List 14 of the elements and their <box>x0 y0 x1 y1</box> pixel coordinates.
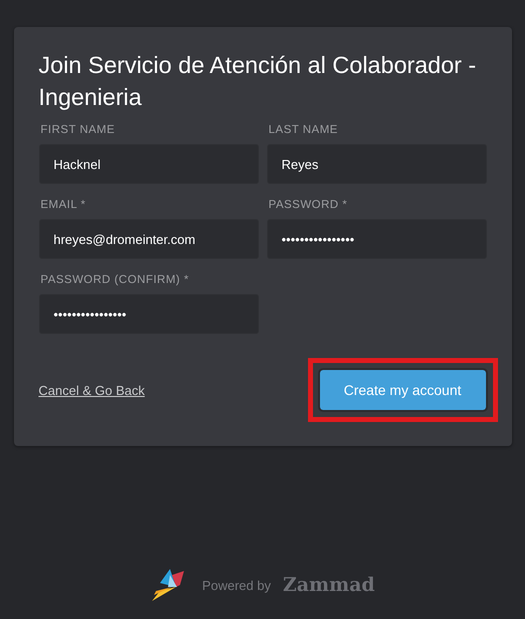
cancel-link[interactable]: Cancel & Go Back <box>38 382 145 398</box>
powered-by-text: Powered by <box>202 578 271 592</box>
input-field[interactable]: hreyes@dromeinter.com <box>38 219 258 259</box>
input-field[interactable]: •••••••••••••••• <box>266 219 486 259</box>
field-label: FIRST NAME <box>40 123 116 137</box>
input-field[interactable]: •••••••••••••••• <box>38 294 258 334</box>
form-title: Join Servicio de Atención al Colaborador - Ingenieria <box>38 51 478 112</box>
brand-name: Zammad <box>282 574 375 596</box>
input-field[interactable]: Hacknel <box>38 144 258 184</box>
field-label: EMAIL * <box>40 198 87 212</box>
field-label: LAST NAME <box>268 123 339 137</box>
input-field[interactable]: Reyes <box>266 144 486 184</box>
field-label: PASSWORD (CONFIRM) * <box>40 273 190 287</box>
field-label: PASSWORD * <box>268 198 348 212</box>
